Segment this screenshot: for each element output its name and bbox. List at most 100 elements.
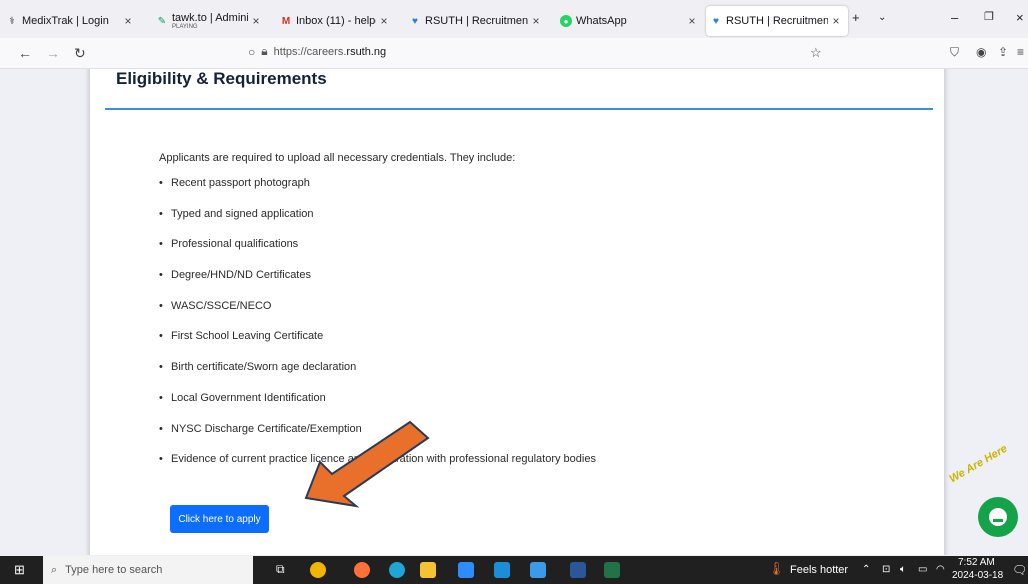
list-item: • NYSC Discharge Certificate/Exemption bbox=[159, 423, 596, 454]
battery-icon[interactable]: ▭ bbox=[918, 564, 927, 575]
rsuth-icon: ♥ bbox=[412, 15, 418, 27]
list-item: • Birth certificate/Sworn age declaration bbox=[159, 361, 596, 392]
zoom-icon[interactable] bbox=[458, 562, 474, 578]
url-prefix: https://careers. bbox=[273, 45, 347, 58]
list-item-text: Typed and signed application bbox=[171, 207, 314, 220]
weather-text[interactable]: Feels hotter bbox=[790, 564, 848, 576]
shield-icon: ○ bbox=[248, 44, 256, 59]
tawk-icon: ✎ bbox=[157, 15, 167, 27]
bullet-icon: • bbox=[159, 238, 163, 251]
pocket-icon[interactable]: ⛉ bbox=[950, 45, 959, 60]
navigation-bar: ← → ↻ ○ 🔒︎ https://careers.rsuth.ng ☆ ⛉ … bbox=[0, 38, 1028, 69]
reload-icon[interactable]: ↻ bbox=[74, 45, 86, 62]
list-item: • First School Leaving Certificate bbox=[159, 330, 596, 361]
list-item-text: Birth certificate/Sworn age declaration bbox=[171, 361, 357, 374]
volume-icon[interactable]: 🔈︎ bbox=[900, 564, 906, 575]
windows-taskbar: ⊞ ⌕ Type here to search ⧉ 🌡︎ Feels hotte… bbox=[0, 556, 1028, 584]
word-icon[interactable] bbox=[570, 562, 586, 578]
tab-tawk[interactable]: ✎ tawk.to | Administration PLAYING × bbox=[156, 6, 264, 36]
list-item: • Typed and signed application bbox=[159, 208, 596, 239]
list-tabs-icon[interactable]: ⌄ bbox=[878, 12, 886, 23]
chrome-icon[interactable] bbox=[310, 562, 326, 578]
tab-medixtrak[interactable]: ⚕ MedixTrak | Login × bbox=[6, 6, 136, 36]
close-icon[interactable]: × bbox=[528, 14, 544, 28]
weather-icon: 🌡︎ bbox=[768, 561, 785, 576]
tab-title-group: tawk.to | Administration PLAYING bbox=[172, 13, 248, 30]
rsuth-icon: ♥ bbox=[713, 15, 719, 27]
forward-icon[interactable]: → bbox=[46, 45, 60, 61]
taskbar-search[interactable]: ⌕ Type here to search bbox=[43, 556, 253, 584]
tab-title: RSUTH | Recruitment bbox=[726, 15, 828, 27]
page-viewport: Eligibility & Requirements Applicants ar… bbox=[0, 69, 1028, 555]
menu-icon[interactable]: ≡ bbox=[1017, 45, 1024, 59]
bullet-icon: • bbox=[159, 361, 163, 374]
close-window-icon[interactable]: × bbox=[1016, 10, 1024, 25]
section-heading: Eligibility & Requirements bbox=[116, 69, 327, 88]
tab-rsuth-recruitment-active[interactable]: ♥ RSUTH | Recruitment × bbox=[706, 6, 848, 36]
file-explorer-icon[interactable] bbox=[420, 562, 436, 578]
tab-rsuth-recruitment[interactable]: ♥ RSUTH | Recruitment × bbox=[409, 6, 544, 36]
close-icon[interactable]: × bbox=[120, 14, 136, 28]
requirements-card: Eligibility & Requirements Applicants ar… bbox=[90, 69, 944, 555]
url-text: https://careers.rsuth.ng bbox=[274, 46, 387, 58]
apply-button[interactable]: Click here to apply bbox=[170, 505, 269, 533]
gmail-icon: M bbox=[281, 15, 291, 27]
list-item-text: Professional qualifications bbox=[171, 238, 299, 251]
tab-title: MedixTrak | Login bbox=[22, 15, 109, 27]
bullet-icon: • bbox=[159, 330, 163, 343]
tab-playing-label: PLAYING bbox=[172, 23, 198, 30]
search-icon: ⌕ bbox=[51, 563, 58, 576]
bullet-icon: • bbox=[159, 207, 163, 220]
restore-icon[interactable]: ❐ bbox=[984, 10, 994, 23]
wifi-icon[interactable]: ◠ bbox=[936, 564, 945, 575]
lock-icon: 🔒︎ bbox=[261, 44, 268, 58]
list-item: • Recent passport photograph bbox=[159, 177, 596, 208]
requirements-list: • Recent passport photograph • Typed and s… bbox=[159, 177, 596, 484]
intro-text: Applicants are required to upload all ne… bbox=[159, 152, 516, 164]
address-bar[interactable]: ○ 🔒︎ https://careers.rsuth.ng bbox=[248, 44, 386, 59]
close-icon[interactable]: × bbox=[828, 14, 844, 28]
edge-icon[interactable] bbox=[389, 562, 405, 578]
photos-icon[interactable] bbox=[530, 562, 546, 578]
url-domain: rsuth.ng bbox=[346, 45, 387, 58]
medixtrak-icon: ⚕ bbox=[9, 15, 15, 27]
minimize-icon[interactable]: – bbox=[951, 10, 958, 25]
excel-icon[interactable] bbox=[604, 562, 620, 578]
tab-gmail[interactable]: M Inbox (11) - helpdeskrsu × bbox=[280, 6, 392, 36]
list-item-text: Local Government Identification bbox=[171, 391, 326, 404]
store-icon[interactable] bbox=[494, 562, 510, 578]
tab-title: RSUTH | Recruitment bbox=[425, 15, 528, 27]
chat-bubble-icon bbox=[989, 508, 1007, 526]
close-icon[interactable]: × bbox=[248, 14, 264, 28]
list-item-text: NYSC Discharge Certificate/Exemption bbox=[171, 422, 362, 435]
heading-divider bbox=[105, 108, 933, 110]
notifications-icon[interactable]: 🗨︎ bbox=[1012, 563, 1027, 577]
new-tab-icon[interactable]: + bbox=[852, 10, 860, 25]
clock-date[interactable]: 2024-03-18 bbox=[952, 570, 1003, 581]
windows-start-icon[interactable]: ⊞ bbox=[14, 562, 25, 578]
list-item: • Local Government Identification bbox=[159, 392, 596, 423]
firefox-icon[interactable] bbox=[354, 562, 370, 578]
close-icon[interactable]: × bbox=[376, 14, 392, 28]
bullet-icon: • bbox=[159, 422, 163, 435]
close-icon[interactable]: × bbox=[684, 14, 700, 28]
list-item-text: WASC/SSCE/NECO bbox=[171, 299, 272, 312]
browser-tab-bar: ⚕ MedixTrak | Login × ✎ tawk.to | Admini… bbox=[0, 0, 1028, 38]
bullet-icon: • bbox=[159, 269, 163, 282]
clock-time[interactable]: 7:52 AM bbox=[958, 557, 995, 568]
list-item-text: Degree/HND/ND Certificates bbox=[171, 269, 311, 282]
account-icon[interactable]: ◉ bbox=[976, 45, 986, 59]
task-view-icon[interactable]: ⧉ bbox=[276, 562, 285, 577]
list-item: • Degree/HND/ND Certificates bbox=[159, 269, 596, 300]
search-placeholder: Type here to search bbox=[65, 564, 163, 576]
back-icon[interactable]: ← bbox=[18, 45, 32, 61]
list-item-text: Evidence of current practice licence and… bbox=[171, 453, 596, 466]
list-item: • Evidence of current practice licence an… bbox=[159, 453, 596, 484]
bookmark-star-icon[interactable]: ☆ bbox=[810, 45, 822, 61]
extensions-icon[interactable]: ⇪ bbox=[998, 45, 1008, 59]
chat-widget-button[interactable] bbox=[978, 497, 1018, 537]
network-icon[interactable]: ⊡ bbox=[882, 564, 890, 575]
tab-whatsapp[interactable]: ● WhatsApp × bbox=[560, 6, 700, 36]
tab-title: WhatsApp bbox=[576, 15, 627, 27]
show-hidden-icons-icon[interactable]: ⌃ bbox=[862, 564, 870, 575]
